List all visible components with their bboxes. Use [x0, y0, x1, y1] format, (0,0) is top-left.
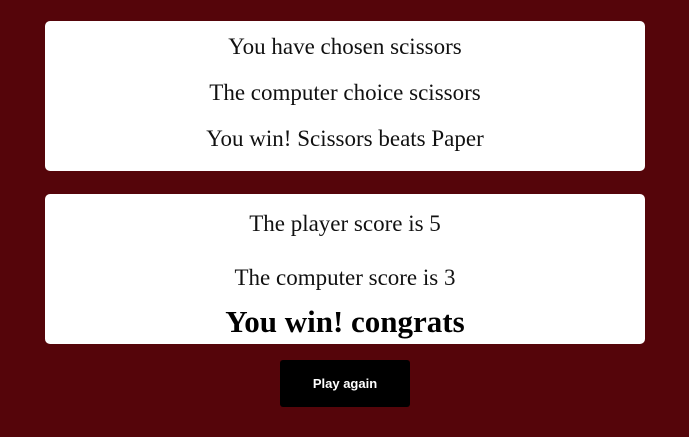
player-score-text: The player score is 5	[249, 211, 441, 236]
play-again-button[interactable]: Play again	[280, 360, 410, 407]
computer-score-text: The computer score is 3	[234, 265, 456, 290]
round-result-text: You win! Scissors beats Paper	[206, 126, 484, 151]
final-result-text: You win! congrats	[225, 304, 465, 339]
player-choice-text: You have chosen scissors	[228, 34, 462, 59]
score-panel: The player score is 5 The computer score…	[45, 194, 645, 344]
round-info-panel: You have chosen scissors The computer ch…	[45, 21, 645, 171]
computer-choice-text: The computer choice scissors	[209, 80, 481, 105]
